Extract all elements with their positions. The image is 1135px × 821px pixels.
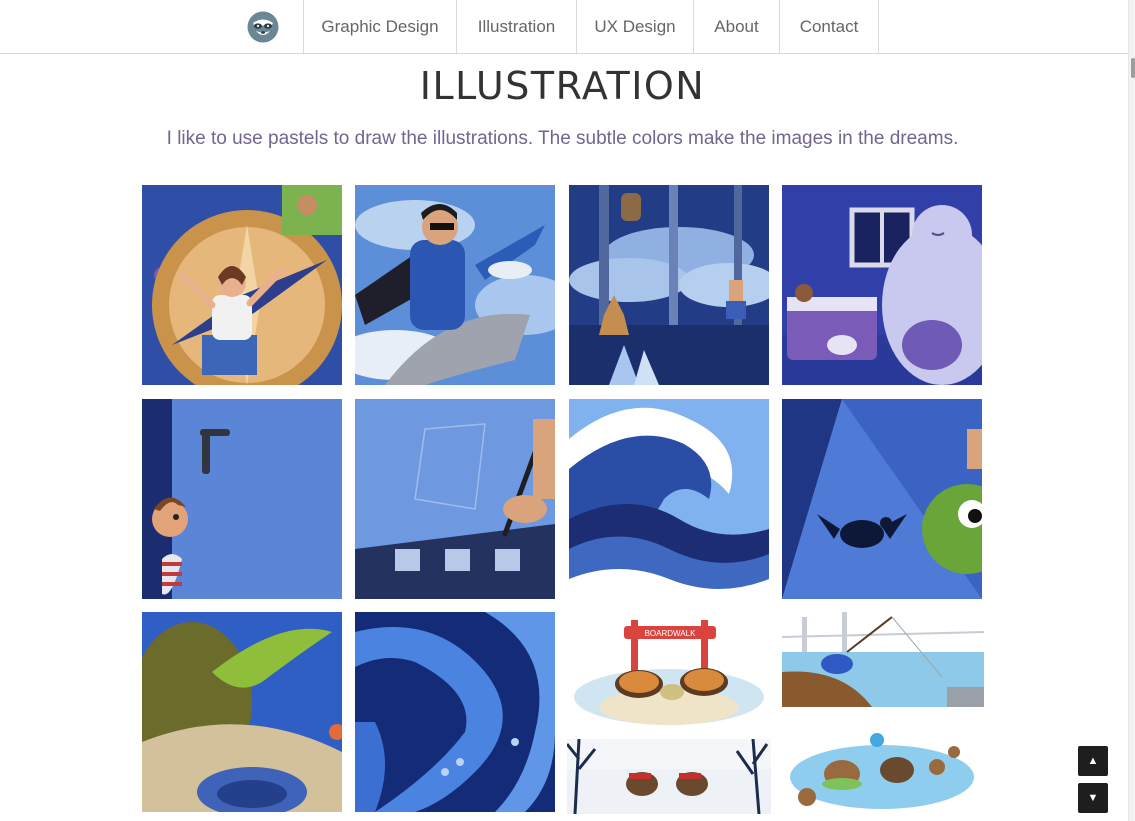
winter-hedgehogs-illustration — [567, 739, 771, 814]
gallery-item-cat[interactable] — [782, 185, 982, 385]
triangle-up-icon: ▲ — [1087, 755, 1099, 767]
gallery-item-forest[interactable] — [569, 185, 769, 385]
nav-illustration[interactable]: Illustration — [456, 0, 576, 53]
nav-ux-design[interactable]: UX Design — [576, 0, 693, 53]
beach-hedgehogs-illustration — [782, 722, 984, 814]
scrollbar-thumb[interactable] — [1131, 58, 1135, 78]
page-scrollbar[interactable] — [1128, 0, 1135, 821]
hand-drawing-illustration — [355, 399, 555, 599]
gallery-item-plane[interactable] — [355, 185, 555, 385]
turtle-shadow-illustration — [782, 399, 982, 599]
triangle-down-icon: ▼ — [1087, 792, 1099, 804]
girl-compass-illustration — [142, 185, 342, 385]
great-wave-illustration — [569, 399, 769, 599]
intro-text: I like to use pastels to draw the illust… — [166, 128, 959, 149]
gallery-item-boardwalk[interactable]: BOARDWALK — [569, 612, 769, 728]
crab-fishing-illustration — [782, 612, 984, 707]
scroll-down-button[interactable]: ▼ — [1078, 783, 1108, 813]
child-behind-door-illustration — [142, 399, 342, 599]
logo-link[interactable] — [222, 0, 304, 53]
sea-turtle-closeup-illustration — [142, 612, 342, 812]
raccoon-logo-icon — [247, 11, 279, 42]
boy-riding-plane-illustration — [355, 185, 555, 385]
gallery-item-beach[interactable] — [782, 722, 984, 814]
gallery-item-door[interactable] — [142, 399, 342, 599]
boardwalk-turtles-illustration: BOARDWALK — [569, 612, 769, 728]
gallery-item-compass[interactable] — [142, 185, 342, 385]
top-navigation: Graphic Design Illustration UX Design Ab… — [0, 0, 1128, 54]
gallery-item-drawing[interactable] — [355, 399, 555, 599]
night-forest-deer-illustration — [569, 185, 769, 385]
gallery-item-wave[interactable] — [569, 399, 769, 599]
scroll-up-button[interactable]: ▲ — [1078, 746, 1108, 776]
nav-graphic-design[interactable]: Graphic Design — [303, 0, 456, 53]
nav-about[interactable]: About — [693, 0, 779, 53]
giant-cat-bedroom-illustration — [782, 185, 982, 385]
gallery-item-sea-turtle[interactable] — [142, 612, 342, 812]
gallery-item-crab[interactable] — [782, 612, 984, 707]
page-title: ILLUSTRATION — [419, 64, 706, 108]
main-menu: Graphic Design Illustration UX Design Ab… — [303, 0, 879, 53]
nav-contact[interactable]: Contact — [779, 0, 879, 53]
gallery-item-tentacles[interactable] — [355, 612, 555, 812]
gallery-item-turtle-shadow[interactable] — [782, 399, 982, 599]
boardwalk-sign-text: BOARDWALK — [645, 629, 696, 638]
tentacles-illustration — [355, 612, 555, 812]
gallery-item-winter[interactable] — [567, 739, 771, 814]
